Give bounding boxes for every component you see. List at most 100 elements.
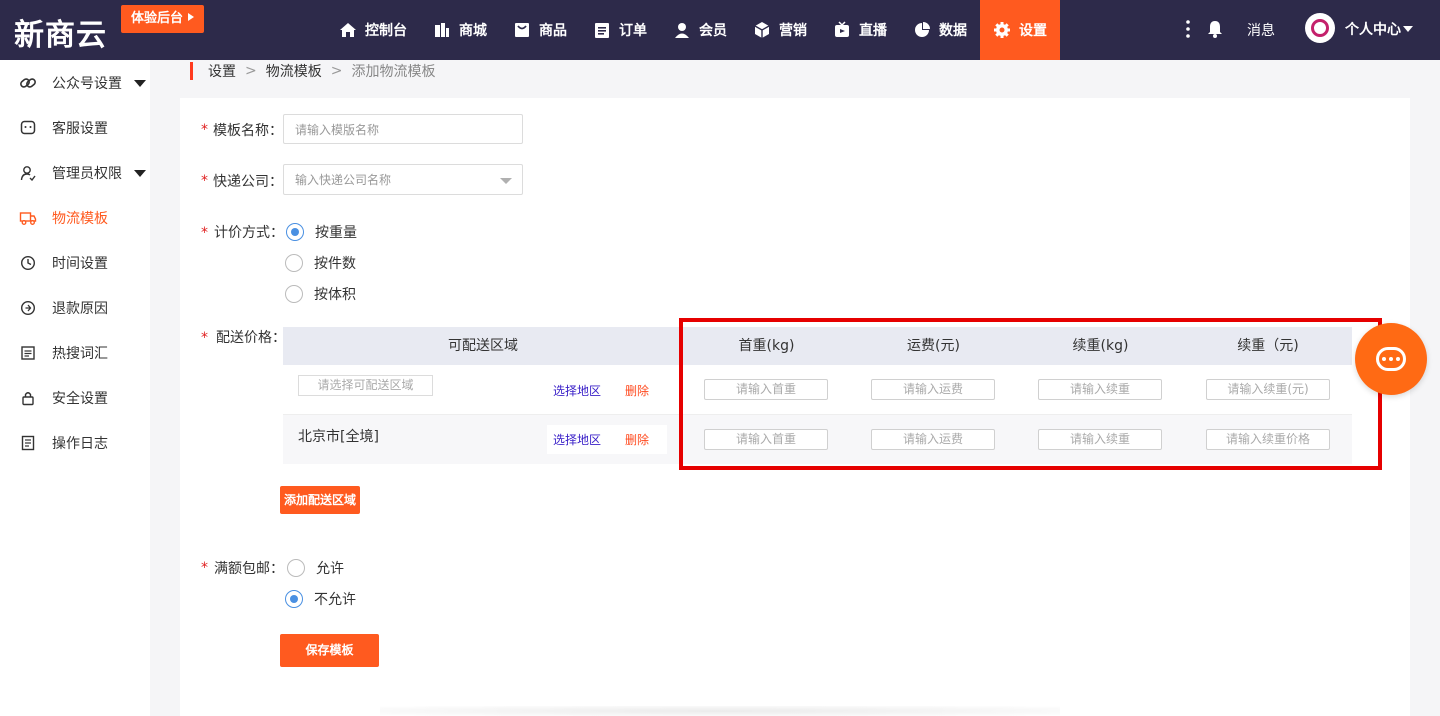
nav-label: 商城 xyxy=(459,23,487,39)
required-marker: * xyxy=(201,122,208,138)
save-template-button[interactable]: 保存模板 xyxy=(280,634,379,667)
nav-label: 商品 xyxy=(539,23,567,39)
nav-item-dashboard[interactable]: 控制台 xyxy=(326,0,420,60)
radio-icon xyxy=(287,559,305,577)
courier-label: 快递公司： xyxy=(213,174,283,190)
sidebar-item-label: 管理员权限 xyxy=(52,165,122,182)
home-icon xyxy=(339,21,357,39)
mall-icon xyxy=(433,21,451,39)
breadcrumb-item-logistics[interactable]: 物流模板 xyxy=(266,61,322,81)
sidebar-item-official-account[interactable]: 公众号设置 xyxy=(0,60,150,105)
logo[interactable]: 新商云 xyxy=(14,10,107,54)
shipping-price-label: 配送价格： xyxy=(216,330,286,346)
sidebar-item-operation-log[interactable]: 操作日志 xyxy=(0,420,150,465)
refund-icon xyxy=(19,299,37,317)
user-center-menu[interactable]: 个人中心 xyxy=(1345,19,1413,39)
additional-weight-input[interactable]: 请输入续重 xyxy=(1038,429,1162,450)
additional-fee-input[interactable]: 请输入续重价格 xyxy=(1206,429,1330,450)
caret-down-icon xyxy=(500,178,512,184)
radio-icon xyxy=(285,254,303,272)
fee-input[interactable]: 请输入运费 xyxy=(871,379,995,400)
nav-item-data[interactable]: 数据 xyxy=(900,0,980,60)
radio-label: 按体积 xyxy=(314,287,356,303)
select-region-link[interactable]: 选择地区 xyxy=(553,431,601,448)
chat-bubble-icon xyxy=(1376,347,1406,371)
nav-item-orders[interactable]: 订单 xyxy=(580,0,660,60)
radio-checked-icon xyxy=(286,223,304,241)
sidebar-item-label: 操作日志 xyxy=(52,435,108,452)
sidebar-item-hot-search[interactable]: 热搜词汇 xyxy=(0,330,150,375)
delete-row-link[interactable]: 删除 xyxy=(625,382,649,399)
trial-backend-button[interactable]: 体验后台 xyxy=(121,5,205,33)
caret-down-icon xyxy=(134,170,146,177)
trial-backend-label: 体验后台 xyxy=(131,11,184,26)
main-nav: 控制台 商城 商品 订单 会员 营销 直播 数据 设置 xyxy=(326,0,1060,60)
courier-select-placeholder: 输入快递公司名称 xyxy=(295,173,392,187)
nav-item-goods[interactable]: 商品 xyxy=(500,0,580,60)
nav-label: 控制台 xyxy=(365,23,407,39)
nav-item-live[interactable]: 直播 xyxy=(820,0,900,60)
more-vertical-icon[interactable] xyxy=(1182,18,1194,40)
triangle-right-icon xyxy=(188,13,195,21)
messages-link[interactable]: 消息 xyxy=(1247,20,1275,40)
column-header-additional-weight: 续重(kg) xyxy=(1072,338,1129,354)
nav-item-mall[interactable]: 商城 xyxy=(420,0,500,60)
radio-label: 按件数 xyxy=(314,256,356,272)
user-icon xyxy=(673,21,691,39)
order-icon xyxy=(593,21,611,39)
bag-icon xyxy=(513,21,531,39)
additional-weight-input[interactable]: 请输入续重 xyxy=(1038,379,1162,400)
sidebar-item-security[interactable]: 安全设置 xyxy=(0,375,150,420)
courier-select[interactable]: 输入快递公司名称 xyxy=(283,164,523,195)
link-icon xyxy=(19,74,37,92)
nav-item-marketing[interactable]: 营销 xyxy=(740,0,820,60)
free-shipping-option-disallow[interactable]: 不允许 xyxy=(285,589,356,609)
region-select-input[interactable]: 请选择可配送区域 xyxy=(298,375,433,396)
nav-label: 直播 xyxy=(859,23,887,39)
sidebar-item-refund-reasons[interactable]: 退款原因 xyxy=(0,285,150,330)
template-name-input[interactable]: 请输入模版名称 xyxy=(283,114,523,144)
select-region-link[interactable]: 选择地区 xyxy=(553,382,601,399)
pricing-option-weight[interactable]: 按重量 xyxy=(286,222,357,242)
required-marker: * xyxy=(201,225,208,241)
top-navbar: 新商云 体验后台 控制台 商城 商品 订单 会员 营销 直播 数据 设置 消息 … xyxy=(0,0,1440,60)
sidebar-item-label: 物流模板 xyxy=(52,210,108,227)
radio-icon xyxy=(285,285,303,303)
template-name-label: 模板名称： xyxy=(213,123,283,139)
sidebar-item-admin-permissions[interactable]: 管理员权限 xyxy=(0,150,150,195)
delete-row-link[interactable]: 删除 xyxy=(625,431,649,448)
required-marker: * xyxy=(201,560,208,576)
sidebar-item-time-settings[interactable]: 时间设置 xyxy=(0,240,150,285)
list-icon xyxy=(19,344,37,362)
radio-label: 按重量 xyxy=(315,225,357,241)
fee-input[interactable]: 请输入运费 xyxy=(871,429,995,450)
nav-item-members[interactable]: 会员 xyxy=(660,0,740,60)
sidebar-item-customer-service[interactable]: 客服设置 xyxy=(0,105,150,150)
admin-icon xyxy=(19,164,37,182)
cube-icon xyxy=(753,21,771,39)
free-shipping-option-allow[interactable]: 允许 xyxy=(287,558,344,578)
first-weight-input[interactable]: 请输入首重 xyxy=(704,379,828,400)
sidebar-item-label: 客服设置 xyxy=(52,120,108,137)
nav-label: 营销 xyxy=(779,23,807,39)
add-region-button[interactable]: 添加配送区域 xyxy=(280,486,360,514)
breadcrumb: 设置 > 物流模板 > 添加物流模板 xyxy=(190,60,435,82)
breadcrumb-separator: > xyxy=(330,63,343,79)
nav-label: 订单 xyxy=(619,23,647,39)
additional-fee-input[interactable]: 请输入续重(元) xyxy=(1206,379,1330,400)
nav-item-settings[interactable]: 设置 xyxy=(980,0,1060,60)
bell-icon[interactable] xyxy=(1207,20,1223,42)
required-marker: * xyxy=(201,330,208,346)
pricing-option-count[interactable]: 按件数 xyxy=(285,253,356,273)
avatar[interactable] xyxy=(1305,13,1335,43)
pricing-option-volume[interactable]: 按体积 xyxy=(285,284,356,304)
first-weight-input[interactable]: 请输入首重 xyxy=(704,429,828,450)
column-header-additional-fee: 续重（元) xyxy=(1237,338,1299,354)
sidebar-item-logistics-template[interactable]: 物流模板 xyxy=(0,195,150,240)
chat-support-button[interactable] xyxy=(1355,323,1427,395)
nav-label: 数据 xyxy=(939,23,967,39)
sidebar-item-label: 公众号设置 xyxy=(52,75,122,92)
breadcrumb-item-settings[interactable]: 设置 xyxy=(208,61,236,81)
nav-label: 会员 xyxy=(699,23,727,39)
clock-icon xyxy=(19,254,37,272)
